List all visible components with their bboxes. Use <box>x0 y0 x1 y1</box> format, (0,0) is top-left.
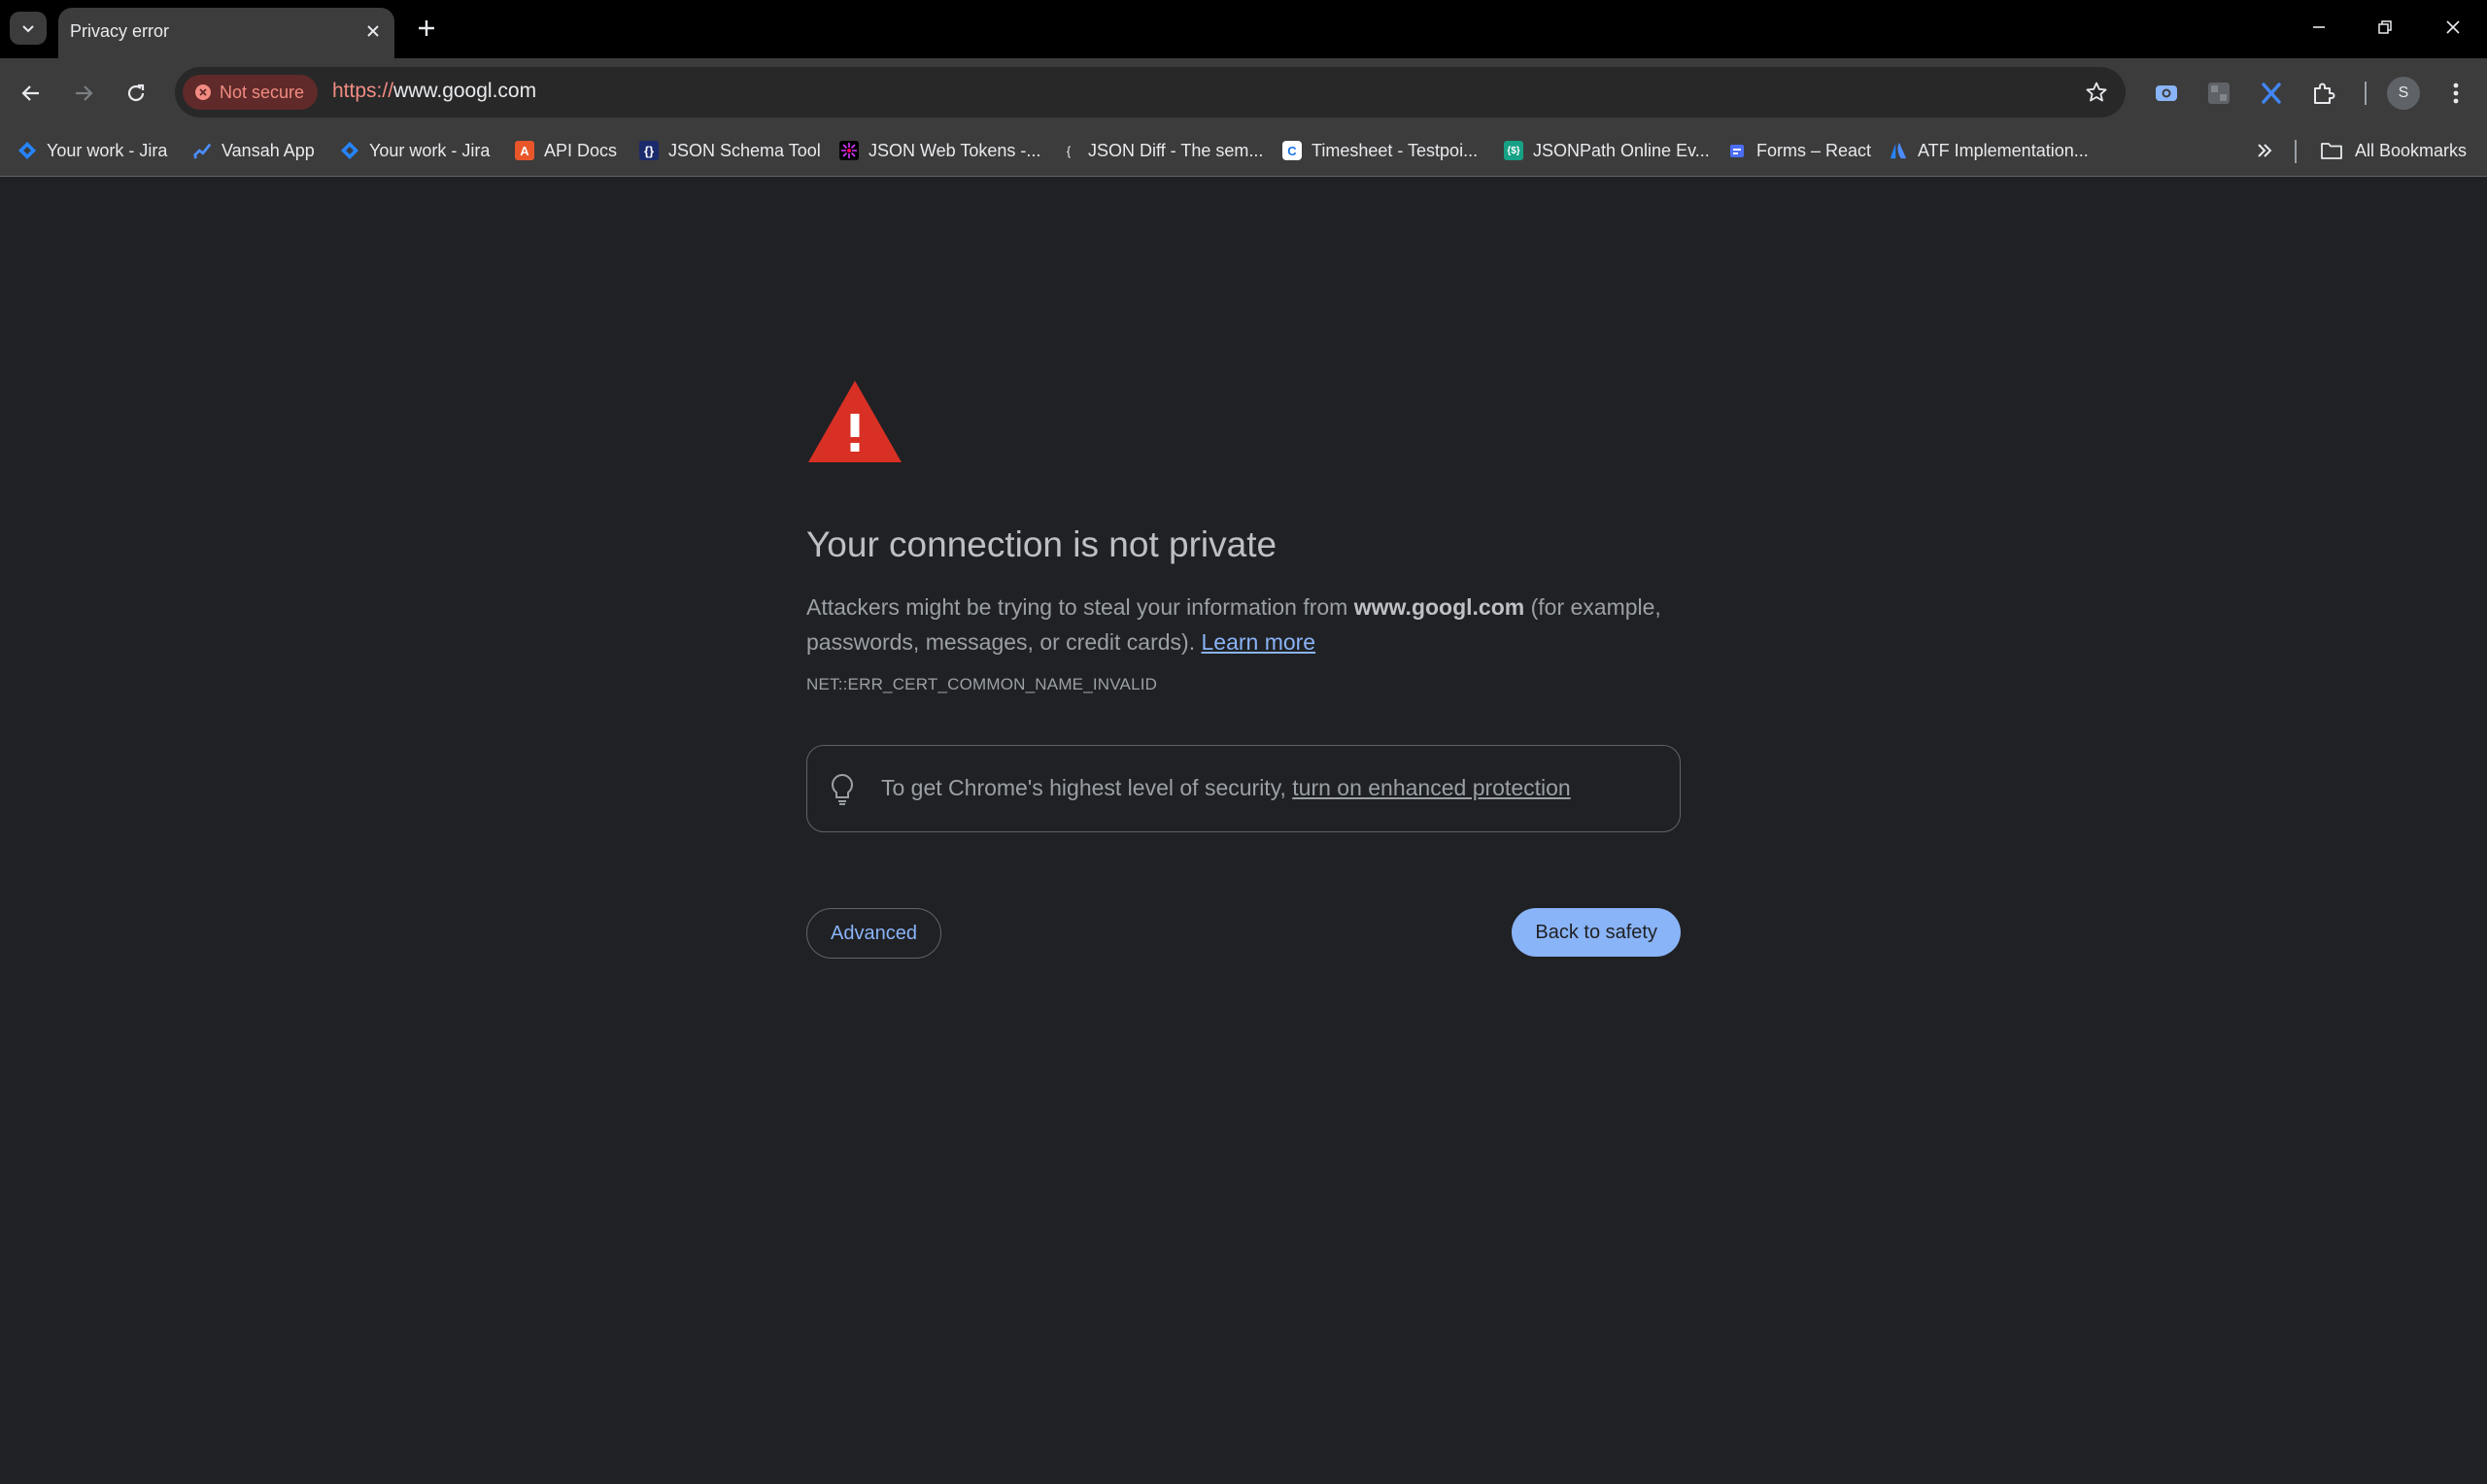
explanation-paragraph: Attackers might be trying to steal your … <box>806 590 1681 659</box>
react-forms-icon <box>1727 141 1747 160</box>
tab-privacy-error[interactable]: Privacy error <box>58 8 394 58</box>
restore-button[interactable] <box>2363 8 2407 47</box>
explanation-host: www.googl.com <box>1353 594 1525 620</box>
close-icon <box>367 25 379 37</box>
bookmark-label: JSON Diff - The sem... <box>1088 140 1264 160</box>
x-extension-icon <box>2262 83 2281 104</box>
bookmark-item[interactable]: Your work - Jira <box>17 126 167 175</box>
jira-icon <box>340 141 359 160</box>
minimize-icon <box>2313 26 2325 28</box>
address-bar[interactable]: Not secure https://www.googl.com <box>175 67 2126 118</box>
back-button[interactable] <box>12 74 51 113</box>
extensions-menu-button[interactable] <box>2304 74 2343 113</box>
all-bookmarks-button[interactable]: All Bookmarks <box>2320 126 2467 175</box>
advanced-button[interactable]: Advanced <box>806 908 941 959</box>
api-docs-icon: A <box>515 141 534 160</box>
bookmark-label: ATF Implementation... <box>1918 140 2089 160</box>
bookmark-item[interactable]: {$} JSONPath Online Ev... <box>1504 126 1710 175</box>
chrome-menu-button[interactable] <box>2436 74 2475 113</box>
bookmark-label: Forms – React <box>1756 140 1872 160</box>
chevron-down-icon <box>22 25 34 33</box>
button-row: Advanced Back to safety <box>806 908 1681 959</box>
url-text[interactable]: https://www.googl.com <box>332 80 536 103</box>
more-vertical-icon <box>2453 83 2459 104</box>
bookmark-item[interactable]: ATF Implementation... <box>1889 126 2089 175</box>
arrow-left-icon <box>21 85 39 101</box>
explanation-prefix: Attackers might be trying to steal your … <box>806 594 1354 620</box>
folder-icon <box>2321 143 2342 159</box>
bookmark-item[interactable]: Forms – React <box>1727 126 1871 175</box>
restore-icon <box>2378 20 2392 34</box>
double-chevron-right-icon <box>2258 144 2272 157</box>
close-icon <box>2446 20 2460 34</box>
enhanced-protection-link[interactable]: turn on enhanced protection <box>1292 775 1570 800</box>
privacy-error-interstitial: Your connection is not private Attackers… <box>806 379 1681 959</box>
warning-triangle-icon <box>808 381 902 462</box>
enhanced-prefix: To get Chrome's highest level of securit… <box>881 775 1293 800</box>
jwt-icon <box>839 141 859 160</box>
jira-icon <box>17 141 37 160</box>
arrow-right-icon <box>76 85 93 101</box>
json-schema-icon: {} <box>639 141 659 160</box>
bookmark-item[interactable]: JSON Web Tokens -... <box>839 126 1040 175</box>
bookmark-label: Your work - Jira <box>369 140 491 160</box>
grid-extension-icon <box>2208 83 2230 104</box>
lightbulb-icon <box>832 773 853 805</box>
tab-close-button[interactable] <box>359 17 387 45</box>
toolbar-divider <box>2365 82 2367 105</box>
vansah-icon <box>192 141 212 160</box>
profile-avatar[interactable]: S <box>2387 77 2420 110</box>
learn-more-link[interactable]: Learn more <box>1201 629 1315 655</box>
bookmarks-overflow-button[interactable] <box>2250 136 2279 165</box>
enhanced-protection-callout: To get Chrome's highest level of securit… <box>806 745 1681 832</box>
bookmark-label: API Docs <box>544 140 618 160</box>
error-circle-icon <box>195 84 211 100</box>
close-window-button[interactable] <box>2431 8 2475 47</box>
back-to-safety-button[interactable]: Back to safety <box>1512 908 1681 957</box>
bookmark-star-button[interactable] <box>2081 77 2112 108</box>
bookmark-label: JSON Schema Tool <box>668 140 821 160</box>
screen-capture-icon <box>2156 85 2177 101</box>
minimize-button[interactable] <box>2297 8 2341 47</box>
extension-x[interactable] <box>2252 74 2291 113</box>
url-host: www.googl.com <box>393 80 537 102</box>
jsonpath-icon: {$} <box>1504 141 1523 160</box>
atlassian-icon <box>1889 141 1908 160</box>
bookmarks-bar: Your work - Jira Vansah App Your work - … <box>0 126 2487 177</box>
tab-search-button[interactable] <box>10 12 47 45</box>
bookmark-item[interactable]: Your work - Jira <box>340 126 490 175</box>
page-title: Your connection is not private <box>806 524 1278 564</box>
tab-strip: Privacy error <box>0 0 2487 58</box>
security-chip[interactable]: Not secure <box>183 75 319 110</box>
all-bookmarks-label: All Bookmarks <box>2355 140 2468 160</box>
bookmark-item[interactable]: A API Docs <box>515 126 617 175</box>
toolbar: Not secure https://www.googl.com S <box>0 58 2487 126</box>
puzzle-icon <box>2314 83 2335 104</box>
bookmark-item[interactable]: {} JSON Schema Tool <box>639 126 821 175</box>
bookmark-label: JSON Web Tokens -... <box>869 140 1041 160</box>
reload-icon <box>127 84 145 102</box>
forward-button[interactable] <box>64 74 103 113</box>
security-chip-label: Not secure <box>220 82 305 102</box>
error-code: NET::ERR_CERT_COMMON_NAME_INVALID <box>806 675 1158 693</box>
extension-grid[interactable] <box>2199 74 2238 113</box>
bookmark-item[interactable]: Vansah App <box>192 126 315 175</box>
bookmark-label: JSONPath Online Ev... <box>1533 140 1710 160</box>
tab-title: Privacy error <box>70 21 170 41</box>
url-scheme: https:// <box>332 80 394 102</box>
star-icon <box>2086 82 2107 102</box>
bookmarks-divider <box>2295 140 2297 163</box>
bookmark-item[interactable]: { JSON Diff - The sem... <box>1059 126 1264 175</box>
new-tab-button[interactable] <box>410 12 443 45</box>
json-diff-icon: { <box>1066 143 1072 158</box>
reload-button[interactable] <box>117 74 155 113</box>
enhanced-protection-text: To get Chrome's highest level of securit… <box>881 775 1571 801</box>
bookmark-label: Timesheet - Testpoi... <box>1312 140 1479 160</box>
extension-screen-capture[interactable] <box>2147 74 2186 113</box>
timesheet-icon: C <box>1282 141 1302 160</box>
plus-icon <box>419 20 434 36</box>
bookmark-label: Vansah App <box>221 140 315 160</box>
bookmark-label: Your work - Jira <box>47 140 168 160</box>
bookmark-item[interactable]: C Timesheet - Testpoi... <box>1282 126 1478 175</box>
